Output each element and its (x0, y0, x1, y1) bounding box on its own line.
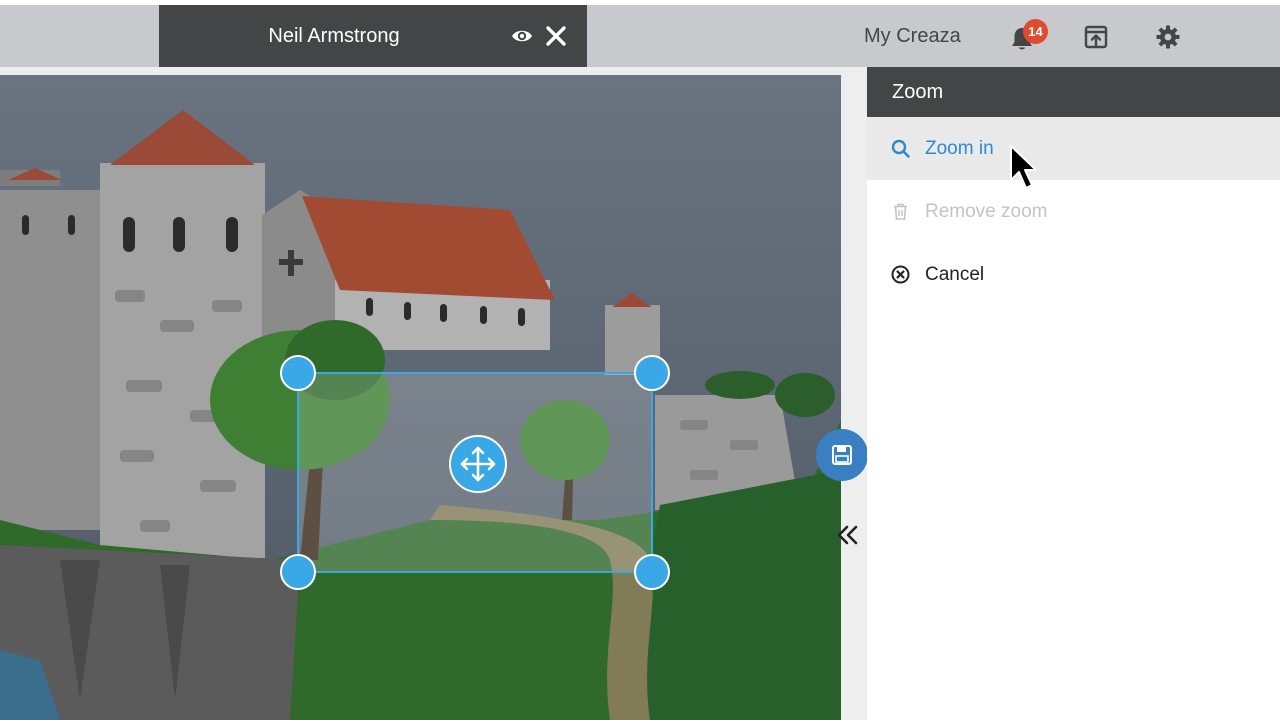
document-tab: Neil Armstrong (159, 5, 587, 67)
save-icon (832, 445, 852, 465)
resize-handle-top-left[interactable] (280, 355, 316, 391)
eye-icon[interactable] (511, 26, 533, 46)
zoom-panel: Zoom Zoom in Remove zoom Cancel (867, 67, 1280, 720)
close-icon[interactable] (545, 25, 567, 47)
double-chevron-left-icon[interactable] (835, 522, 861, 548)
resize-handle-bottom-left[interactable] (280, 554, 316, 590)
search-icon (891, 139, 910, 158)
zoom-in-label: Zoom in (925, 138, 994, 159)
zoom-in-menu-item[interactable]: Zoom in (867, 117, 1280, 180)
remove-zoom-label: Remove zoom (925, 201, 1048, 222)
resize-handle-bottom-right[interactable] (634, 554, 670, 590)
cancel-circle-icon (891, 265, 910, 284)
castle-scene[interactable] (0, 75, 841, 720)
my-creaza-link[interactable]: My Creaza (864, 5, 961, 67)
share-icon[interactable] (1083, 24, 1109, 50)
move-handle[interactable] (449, 435, 507, 493)
save-button[interactable] (816, 429, 868, 481)
gear-icon[interactable] (1155, 24, 1181, 50)
trash-icon (894, 203, 907, 220)
panel-title: Zoom (867, 67, 1280, 117)
document-title: Neil Armstrong (268, 25, 400, 47)
remove-zoom-menu-item[interactable]: Remove zoom (867, 180, 1280, 243)
resize-handle-top-right[interactable] (634, 355, 670, 391)
notification-badge[interactable]: 14 (1023, 19, 1048, 44)
move-icon (460, 446, 496, 482)
cancel-label: Cancel (925, 264, 985, 285)
cancel-menu-item[interactable]: Cancel (867, 243, 1280, 306)
